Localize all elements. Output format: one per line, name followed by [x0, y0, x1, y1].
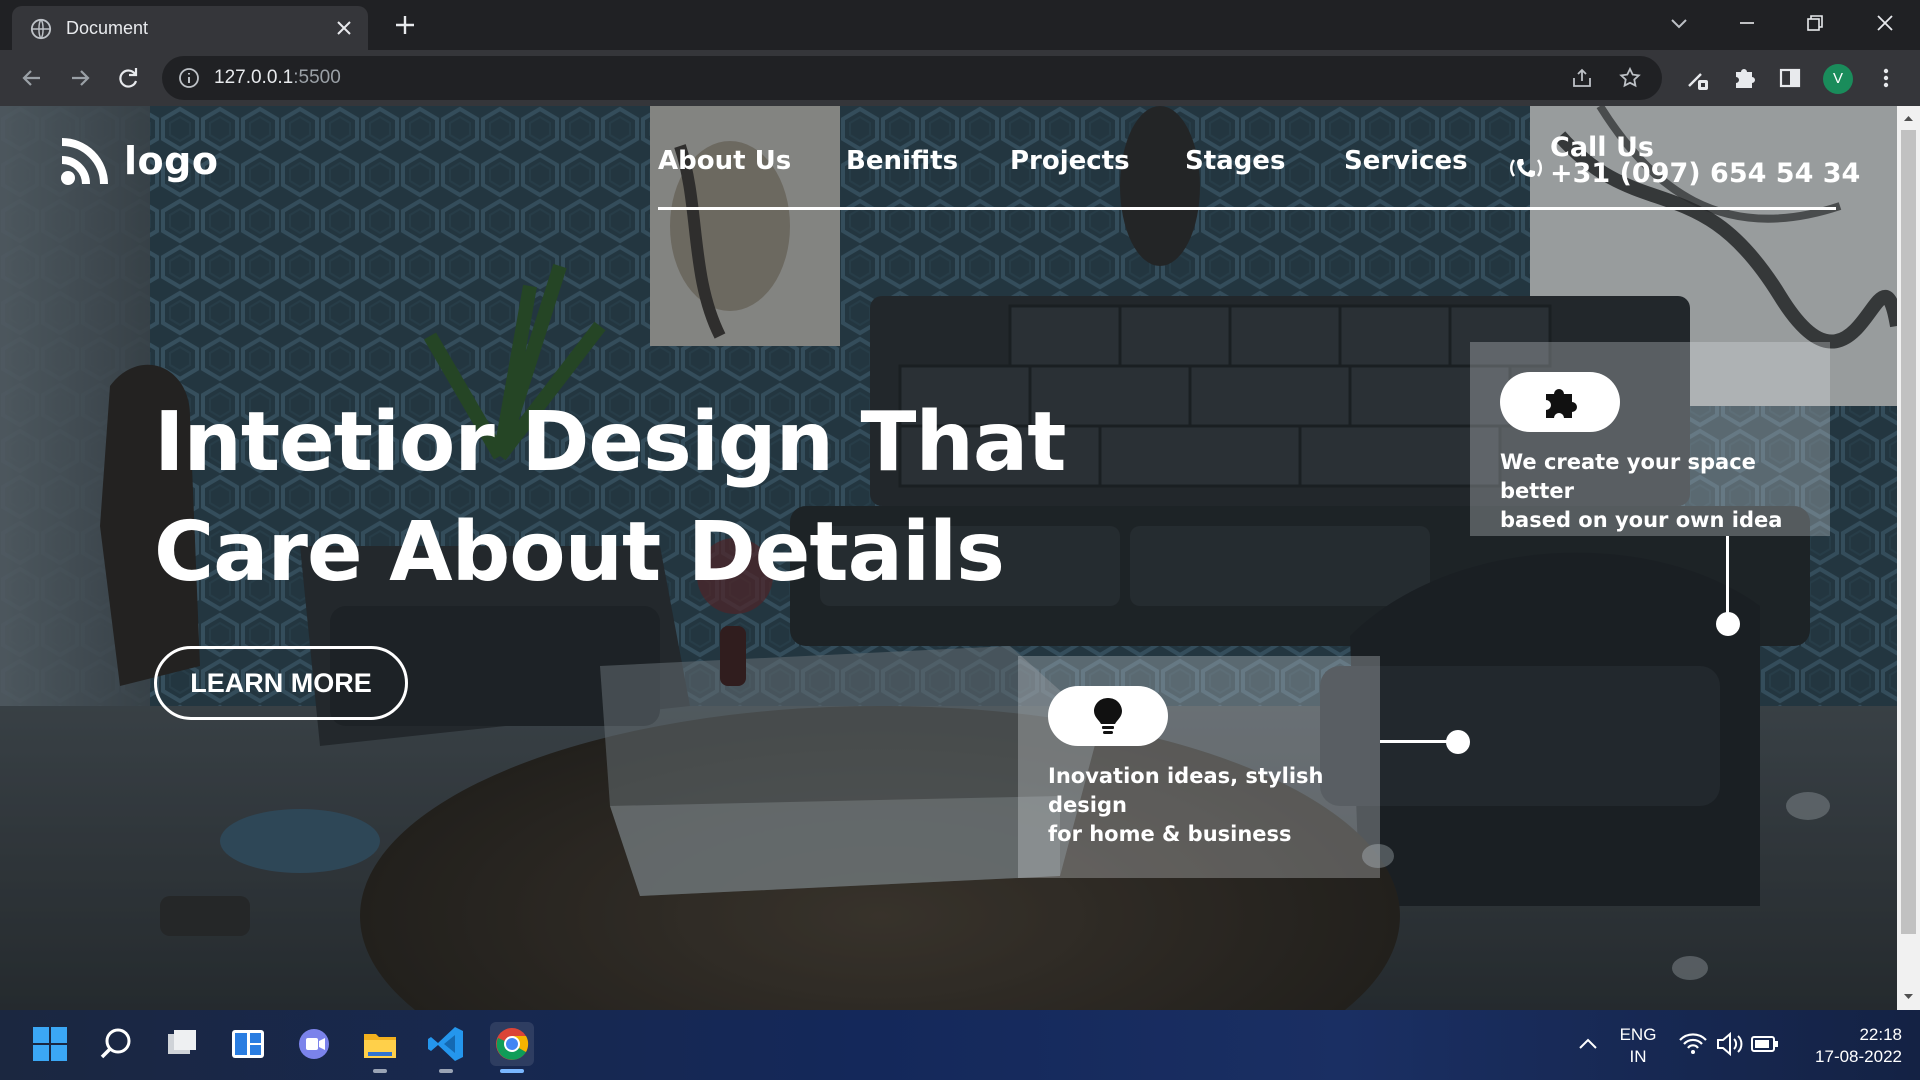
minimize-icon[interactable] [1734, 10, 1760, 36]
scroll-down-arrow-icon[interactable] [1902, 990, 1915, 1003]
feature-card-innovation-line-3: for home & business [1048, 822, 1292, 846]
teams-chat-icon[interactable] [292, 1022, 336, 1066]
clock-date: 17-08-2022 [1815, 1047, 1902, 1066]
close-tab-icon[interactable] [334, 18, 354, 38]
profile-avatar[interactable]: V [1823, 64, 1853, 94]
logo-text: logo [124, 139, 219, 183]
vscode-icon[interactable] [424, 1022, 468, 1066]
puzzle-icon [1546, 389, 1577, 418]
feature-card-innovation-icon-pill [1048, 686, 1168, 746]
page-viewport: logo About Us Benifits Projects Stages S… [0, 106, 1897, 1010]
call-us-phone-number[interactable]: +31 (097) 654 54 34 [1550, 158, 1860, 189]
feature-card-innovation-text: Inovation ideas, stylish design for home… [1048, 762, 1323, 849]
card1-hotspot-dot[interactable] [1716, 612, 1740, 636]
browser-tabstrip: Document [0, 0, 1920, 50]
card2-hotspot-dot[interactable] [1446, 730, 1470, 754]
region-code: IN [1629, 1047, 1647, 1066]
url-host: 127.0.0.1 [214, 67, 294, 88]
feature-card-space-line-2: based on your own idea [1500, 508, 1783, 532]
windows-start-icon[interactable] [28, 1022, 72, 1066]
feature-card-innovation: Inovation ideas, stylish design for home… [1018, 656, 1380, 878]
nav-link-benifits[interactable]: Benifits [846, 146, 958, 176]
more-menu-icon[interactable] [1872, 64, 1900, 92]
language-code: ENG [1619, 1025, 1657, 1044]
new-tab-icon[interactable] [392, 12, 418, 38]
globe-icon [30, 18, 52, 40]
back-icon[interactable] [18, 64, 46, 92]
reload-icon[interactable] [114, 64, 142, 92]
learn-more-button[interactable]: LEARN MORE [154, 646, 408, 720]
url-text[interactable]: 127.0.0.1:5500 [214, 67, 341, 89]
hero-heading-line-2: Care About Details [154, 505, 1005, 600]
feature-card-innovation-line-2: design [1048, 793, 1127, 817]
extensions-puzzle-icon[interactable] [1730, 64, 1758, 92]
search-icon[interactable] [94, 1022, 138, 1066]
windows-taskbar: ENG IN 22:18 17-08-2022 [0, 1010, 1920, 1080]
side-panel-icon[interactable] [1776, 64, 1804, 92]
scrollbar-thumb[interactable] [1901, 130, 1916, 934]
file-explorer-icon[interactable] [358, 1022, 402, 1066]
file-explorer-running-indicator [373, 1069, 387, 1073]
card2-connector-line [1380, 740, 1456, 743]
browser-tab[interactable]: Document [12, 6, 368, 50]
wifi-icon[interactable] [1676, 1022, 1710, 1066]
feature-card-space-icon-pill [1500, 372, 1620, 432]
vscode-running-indicator [439, 1069, 453, 1073]
logo-icon [61, 138, 108, 185]
show-hidden-icons-chevron-icon[interactable] [1573, 1022, 1603, 1066]
url-port: :5500 [293, 67, 341, 88]
site-logo[interactable]: logo [58, 134, 218, 188]
scroll-up-arrow-icon[interactable] [1902, 112, 1915, 125]
feature-card-innovation-line-1: Inovation ideas, stylish [1048, 764, 1324, 788]
eyedropper-extension-icon[interactable] [1684, 64, 1712, 92]
feature-card-space-line-1: We create your space better [1500, 450, 1756, 503]
widgets-icon[interactable] [226, 1022, 270, 1066]
share-icon[interactable] [1570, 66, 1594, 90]
site-info-icon[interactable] [178, 67, 200, 89]
nav-link-services[interactable]: Services [1344, 146, 1468, 176]
tab-title: Document [66, 18, 149, 38]
forward-icon[interactable] [66, 64, 94, 92]
tab-search-chevron-icon[interactable] [1666, 10, 1692, 36]
page-scrollbar[interactable] [1897, 106, 1920, 1010]
address-bar[interactable]: 127.0.0.1:5500 [162, 56, 1662, 100]
close-window-icon[interactable] [1872, 10, 1898, 36]
nav-link-about-us[interactable]: About Us [658, 146, 791, 176]
phone-call-icon [1510, 159, 1542, 177]
task-view-icon[interactable] [160, 1022, 204, 1066]
lightbulb-icon [1094, 698, 1122, 734]
bookmark-star-icon[interactable] [1618, 66, 1642, 90]
battery-icon[interactable] [1748, 1022, 1782, 1066]
nav-link-projects[interactable]: Projects [1010, 146, 1130, 176]
feature-card-space-text: We create your space better based on you… [1500, 448, 1830, 535]
volume-icon[interactable] [1712, 1022, 1746, 1066]
clock-time: 22:18 [1859, 1025, 1902, 1044]
browser-toolbar: 127.0.0.1:5500 V [0, 50, 1920, 106]
chrome-active-indicator [500, 1069, 524, 1073]
hero-heading-line-1: Intetior Design That [154, 395, 1066, 490]
main-navigation: About Us Benifits Projects Stages Servic… [658, 132, 1860, 210]
language-indicator[interactable]: ENG IN [1612, 1024, 1664, 1068]
nav-link-stages[interactable]: Stages [1185, 146, 1285, 176]
restore-icon[interactable] [1802, 10, 1828, 36]
hero-heading: Intetior Design That Care About Details [154, 388, 1114, 608]
chrome-icon[interactable] [490, 1022, 534, 1066]
feature-card-space: We create your space better based on you… [1470, 342, 1830, 536]
clock[interactable]: 22:18 17-08-2022 [1790, 1024, 1902, 1068]
